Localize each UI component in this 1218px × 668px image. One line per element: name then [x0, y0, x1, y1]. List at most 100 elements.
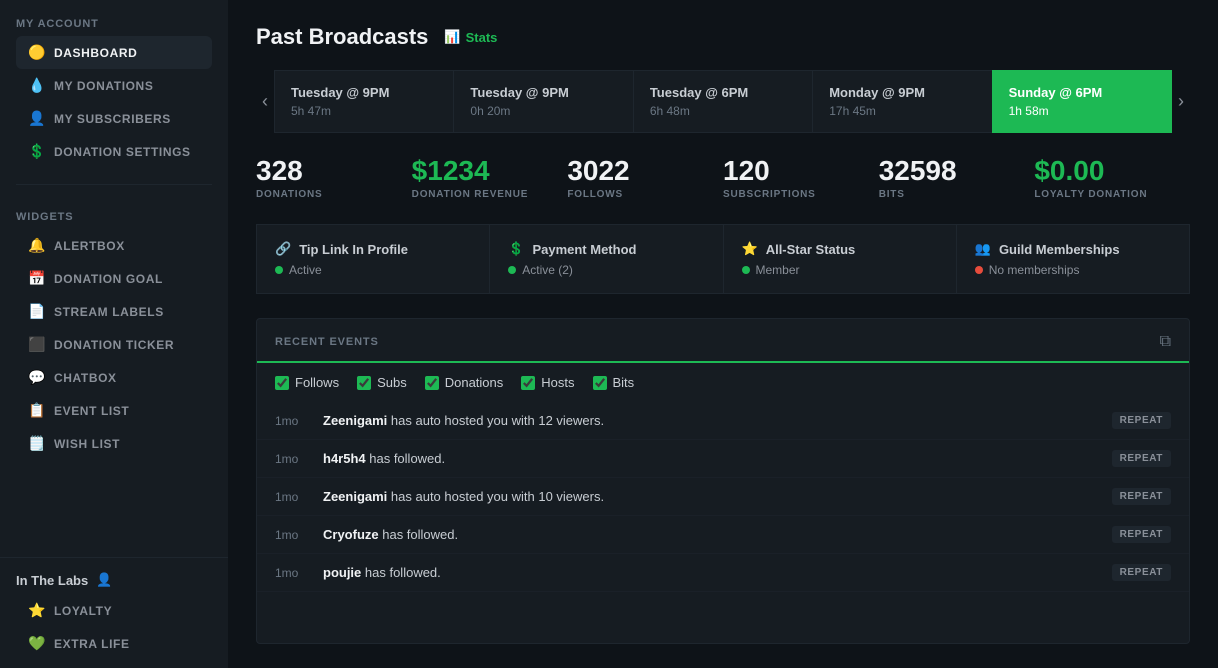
recent-events-filters: Follows Subs Donations Hosts Bits	[257, 363, 1189, 402]
chatbox-icon: 💬	[28, 369, 44, 386]
broadcast-label-0: Tuesday @ 9PM	[291, 85, 437, 100]
broadcast-prev-button[interactable]: ‹	[256, 91, 274, 112]
labs-section: In The Labs 👤 ⭐ Loyalty 💚 Extra Life	[0, 557, 228, 668]
event-text-0: Zeenigami has auto hosted you with 12 vi…	[323, 413, 1100, 428]
event-user-4: poujie	[323, 565, 361, 580]
filter-bits[interactable]: Bits	[593, 375, 635, 390]
sidebar-item-label: Stream Labels	[54, 305, 164, 319]
sidebar-item-my-donations[interactable]: 💧 My Donations	[16, 69, 212, 102]
stat-label-loyalty-donation: Loyalty Donation	[1034, 189, 1190, 200]
all-star-icon: ⭐	[742, 241, 758, 257]
account-section-title: My Account	[16, 18, 212, 30]
filter-follows[interactable]: Follows	[275, 375, 339, 390]
broadcast-time-4: 1h 58m	[1009, 104, 1155, 118]
stat-donations: 328 Donations	[256, 157, 412, 200]
broadcast-label-4: Sunday @ 6PM	[1009, 85, 1155, 100]
labs-label: In The Labs	[16, 573, 88, 588]
stat-follows: 3022 Follows	[567, 157, 723, 200]
filter-hosts[interactable]: Hosts	[521, 375, 574, 390]
event-user-3: Cryofuze	[323, 527, 379, 542]
sidebar-item-label: My Subscribers	[54, 112, 171, 126]
filter-bits-checkbox[interactable]	[593, 376, 607, 390]
sidebar: My Account 🟡 Dashboard 💧 My Donations 👤 …	[0, 0, 228, 668]
filter-donations-checkbox[interactable]	[425, 376, 439, 390]
sidebar-item-label: Alertbox	[54, 239, 125, 253]
broadcast-card-1[interactable]: Tuesday @ 9PM 0h 20m	[453, 70, 632, 133]
widget-status-tip-link: Active	[275, 263, 471, 277]
broadcast-time-1: 0h 20m	[470, 104, 616, 118]
broadcast-cards: Tuesday @ 9PM 5h 47m Tuesday @ 9PM 0h 20…	[274, 70, 1172, 133]
sidebar-item-donation-ticker[interactable]: ⬛ Donation Ticker	[16, 328, 212, 361]
widgets-section-title: Widgets	[16, 211, 212, 223]
stat-label-donation-revenue: Donation Revenue	[412, 189, 568, 200]
event-user-2: Zeenigami	[323, 489, 387, 504]
table-row: 1mo Cryofuze has followed. REPEAT	[257, 516, 1189, 554]
sidebar-item-label: Dashboard	[54, 46, 137, 60]
filter-subs-label: Subs	[377, 375, 407, 390]
sidebar-item-my-subscribers[interactable]: 👤 My Subscribers	[16, 102, 212, 135]
chart-icon: 📊	[444, 29, 460, 45]
widget-card-tip-link[interactable]: 🔗 Tip Link In Profile Active	[256, 224, 489, 294]
sidebar-item-loyalty[interactable]: ⭐ Loyalty	[16, 594, 212, 627]
sidebar-item-label: My Donations	[54, 79, 153, 93]
broadcast-next-button[interactable]: ›	[1172, 91, 1190, 112]
stat-value-bits: 32598	[879, 157, 1035, 185]
sidebar-item-donation-settings[interactable]: 💲 Donation Settings	[16, 135, 212, 168]
filter-donations-label: Donations	[445, 375, 504, 390]
event-repeat-3[interactable]: REPEAT	[1112, 526, 1171, 543]
table-row: 1mo poujie has followed. REPEAT	[257, 554, 1189, 592]
sidebar-item-event-list[interactable]: 📋 Event List	[16, 394, 212, 427]
alertbox-icon: 🔔	[28, 237, 44, 254]
event-text-2: Zeenigami has auto hosted you with 10 vi…	[323, 489, 1100, 504]
broadcast-label-1: Tuesday @ 9PM	[470, 85, 616, 100]
event-time-1: 1mo	[275, 452, 311, 466]
sidebar-item-label: Donation Goal	[54, 272, 163, 286]
event-repeat-0[interactable]: REPEAT	[1112, 412, 1171, 429]
event-list-icon: 📋	[28, 402, 44, 419]
filter-subs[interactable]: Subs	[357, 375, 407, 390]
filter-hosts-checkbox[interactable]	[521, 376, 535, 390]
stat-value-loyalty-donation: $0.00	[1034, 157, 1190, 185]
labs-title: In The Labs 👤	[16, 572, 212, 588]
broadcast-card-3[interactable]: Monday @ 9PM 17h 45m	[812, 70, 991, 133]
sidebar-item-label: Chatbox	[54, 371, 117, 385]
subscribers-icon: 👤	[28, 110, 44, 127]
sidebar-item-wish-list[interactable]: 🗒️ Wish List	[16, 427, 212, 460]
sidebar-item-chatbox[interactable]: 💬 Chatbox	[16, 361, 212, 394]
payment-method-icon: 💲	[508, 241, 524, 257]
filter-follows-label: Follows	[295, 375, 339, 390]
stats-link[interactable]: 📊 Stats	[444, 29, 497, 45]
event-repeat-4[interactable]: REPEAT	[1112, 564, 1171, 581]
sidebar-item-dashboard[interactable]: 🟡 Dashboard	[16, 36, 212, 69]
donation-settings-icon: 💲	[28, 143, 44, 160]
status-dot-tip-link	[275, 266, 283, 274]
sidebar-item-extra-life[interactable]: 💚 Extra Life	[16, 627, 212, 660]
sidebar-item-label: Wish List	[54, 437, 120, 451]
dashboard-icon: 🟡	[28, 44, 44, 61]
widget-card-guild[interactable]: 👥 Guild Memberships No memberships	[956, 224, 1190, 294]
broadcast-card-0[interactable]: Tuesday @ 9PM 5h 47m	[274, 70, 453, 133]
sidebar-item-donation-goal[interactable]: 📅 Donation Goal	[16, 262, 212, 295]
event-repeat-2[interactable]: REPEAT	[1112, 488, 1171, 505]
copy-icon[interactable]: ⧉	[1160, 333, 1171, 351]
stat-value-follows: 3022	[567, 157, 723, 185]
tip-link-icon: 🔗	[275, 241, 291, 257]
filter-donations[interactable]: Donations	[425, 375, 504, 390]
event-time-4: 1mo	[275, 566, 311, 580]
widget-card-all-star[interactable]: ⭐ All-Star Status Member	[723, 224, 956, 294]
sidebar-item-stream-labels[interactable]: 📄 Stream Labels	[16, 295, 212, 328]
filter-subs-checkbox[interactable]	[357, 376, 371, 390]
broadcast-card-4[interactable]: Sunday @ 6PM 1h 58m	[992, 70, 1172, 133]
sidebar-item-label: Donation Settings	[54, 145, 191, 159]
widget-card-payment-method[interactable]: 💲 Payment Method Active (2)	[489, 224, 722, 294]
broadcast-card-2[interactable]: Tuesday @ 6PM 6h 48m	[633, 70, 812, 133]
sidebar-item-alertbox[interactable]: 🔔 Alertbox	[16, 229, 212, 262]
guild-icon: 👥	[975, 241, 991, 257]
page-title: Past Broadcasts	[256, 24, 428, 50]
recent-events-header: Recent Events ⧉	[257, 319, 1189, 363]
filter-follows-checkbox[interactable]	[275, 376, 289, 390]
event-text-1: h4r5h4 has followed.	[323, 451, 1100, 466]
event-time-0: 1mo	[275, 414, 311, 428]
stat-label-bits: Bits	[879, 189, 1035, 200]
event-repeat-1[interactable]: REPEAT	[1112, 450, 1171, 467]
